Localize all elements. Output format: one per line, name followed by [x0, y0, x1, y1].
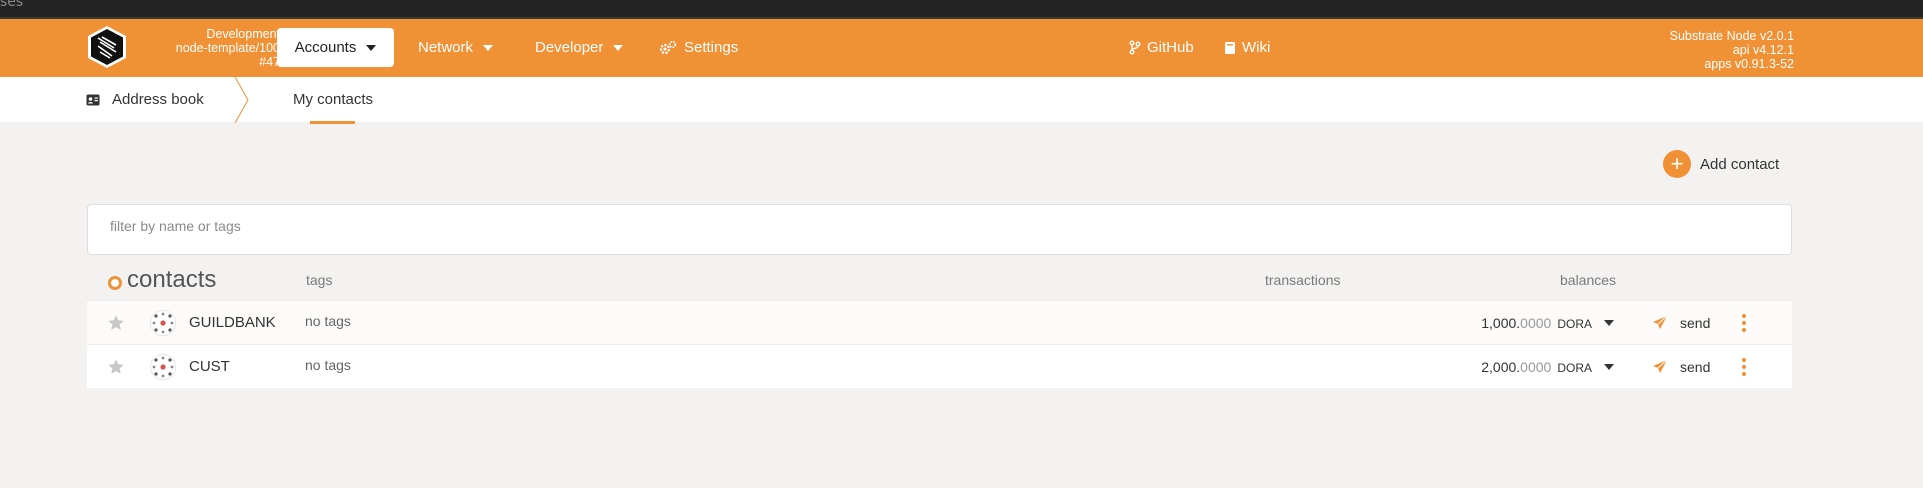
paper-plane-icon: [1653, 359, 1668, 373]
nav-accounts[interactable]: Accounts: [277, 28, 394, 67]
plus-icon: +: [1663, 150, 1691, 178]
paper-plane-icon: [1653, 315, 1668, 329]
tab-my-contacts[interactable]: My contacts: [293, 77, 373, 122]
nav-github-label: GitHub: [1147, 39, 1194, 56]
contact-tags: no tags: [305, 357, 351, 373]
book-icon: [1225, 41, 1235, 54]
nav-accounts-label: Accounts: [294, 39, 357, 56]
add-contact-button[interactable]: + Add contact: [1663, 150, 1779, 178]
table-row: CUST no tags 2,000. 0000 DORA send: [87, 344, 1792, 388]
chain-name: Development: [206, 27, 280, 41]
filter-box: [87, 204, 1792, 255]
address-card-icon: [86, 94, 100, 105]
nav-settings-label: Settings: [684, 39, 739, 56]
balance-decimal: 0000: [1520, 359, 1552, 375]
tab-address-book[interactable]: Address book: [86, 77, 204, 122]
chevron-down-icon: [483, 44, 494, 51]
star-icon[interactable]: [107, 314, 125, 332]
column-tags: tags: [306, 272, 333, 288]
chain-selector[interactable]: Development node-template/100 #47: [132, 27, 296, 69]
chevron-down-icon: [613, 44, 624, 51]
star-icon[interactable]: [107, 358, 125, 376]
row-menu-icon[interactable]: [1740, 314, 1748, 332]
column-transactions: transactions: [1265, 272, 1341, 288]
code-branch-icon: [1129, 40, 1141, 55]
sub-navigation: Address book My contacts: [0, 77, 1923, 122]
contact-balance[interactable]: 2,000. 0000 DORA: [1481, 359, 1614, 375]
gears-icon: [659, 40, 677, 54]
contact-balance[interactable]: 1,000. 0000 DORA: [1481, 315, 1614, 331]
contact-name[interactable]: CUST: [189, 358, 230, 375]
os-top-bar: ses: [0, 0, 1923, 19]
active-tab-indicator: [310, 121, 355, 124]
nav-developer-label: Developer: [535, 39, 604, 56]
table-body: GUILDBANK no tags 1,000. 0000 DORA send: [87, 300, 1792, 388]
os-bar-text: ses: [0, 0, 24, 10]
tab-my-contacts-label: My contacts: [293, 91, 374, 108]
nav-network[interactable]: Network: [418, 28, 494, 67]
send-label: send: [1680, 315, 1711, 331]
send-button[interactable]: send: [1652, 355, 1710, 379]
nav-developer[interactable]: Developer: [535, 28, 624, 67]
tab-divider: [234, 77, 249, 123]
chain-runtime: node-template/100: [175, 41, 280, 55]
node-version-info: Substrate Node v2.0.1 api v4.12.1 apps v…: [1670, 29, 1794, 71]
contacts-circle-icon: [108, 276, 122, 290]
balance-integer: 1,000.: [1481, 315, 1521, 331]
chain-block-number: #47: [259, 55, 280, 69]
top-menubar: Development node-template/100 #47 Accoun…: [0, 19, 1923, 77]
contact-tags: no tags: [305, 313, 351, 329]
balance-unit: DORA: [1557, 317, 1592, 331]
send-label: send: [1680, 359, 1711, 375]
balance-integer: 2,000.: [1481, 359, 1521, 375]
apps-version: apps v0.91.3-52: [1704, 57, 1794, 71]
node-version: Substrate Node v2.0.1: [1669, 29, 1794, 43]
chevron-down-icon: [366, 44, 377, 51]
nav-github[interactable]: GitHub: [1129, 28, 1194, 67]
contacts-table: contacts tags transactions balances GUIL…: [87, 258, 1792, 388]
row-menu-icon[interactable]: [1740, 358, 1748, 376]
api-version: api v4.12.1: [1732, 43, 1794, 57]
balance-unit: DORA: [1557, 361, 1592, 375]
chain-logo-icon[interactable]: [86, 25, 128, 69]
identicon-icon[interactable]: [150, 310, 176, 336]
tab-address-book-label: Address book: [112, 91, 204, 108]
table-row: GUILDBANK no tags 1,000. 0000 DORA send: [87, 300, 1792, 344]
send-button[interactable]: send: [1652, 311, 1710, 335]
nav-settings[interactable]: Settings: [659, 28, 738, 67]
nav-network-label: Network: [418, 39, 474, 56]
nav-wiki[interactable]: Wiki: [1224, 28, 1270, 67]
filter-input[interactable]: [108, 213, 1712, 239]
chevron-down-icon: [1604, 320, 1614, 326]
chevron-down-icon: [1604, 364, 1614, 370]
table-header: contacts tags transactions balances: [87, 258, 1792, 300]
contact-name[interactable]: GUILDBANK: [189, 314, 276, 331]
balance-decimal: 0000: [1520, 315, 1552, 331]
add-contact-label: Add contact: [1700, 155, 1780, 173]
column-balances: balances: [1560, 272, 1617, 288]
table-title: contacts: [127, 266, 217, 293]
nav-wiki-label: Wiki: [1242, 39, 1271, 56]
identicon-icon[interactable]: [150, 354, 176, 380]
